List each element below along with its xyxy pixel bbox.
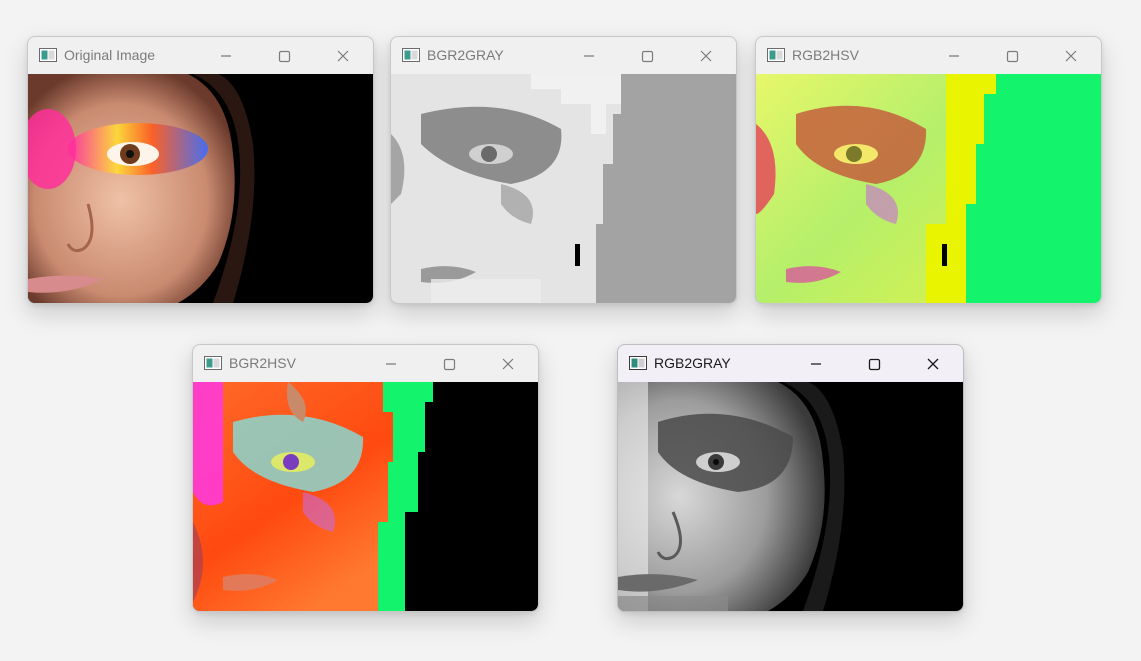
title-bar[interactable]: Original Image [28,37,373,74]
window-app-icon [39,48,57,62]
face-image-hsv-yellowgreen [756,74,1101,303]
title-bar[interactable]: BGR2GRAY [391,37,736,74]
close-icon [700,50,712,62]
maximize-icon [641,50,654,63]
close-icon [337,50,349,62]
face-image-color [28,74,373,303]
window-app-icon [204,356,222,370]
title-bar[interactable]: RGB2HSV [756,37,1101,74]
window-app-icon [402,48,420,62]
minimize-button[interactable] [215,45,237,67]
minimize-icon [386,363,396,365]
minimize-icon [584,55,594,57]
minimize-button[interactable] [578,45,600,67]
window-app-icon [767,48,785,62]
window-bgr2hsv[interactable]: BGR2HSV [192,344,539,612]
close-button[interactable] [1060,45,1082,67]
maximize-icon [868,358,881,371]
maximize-button[interactable] [438,353,460,375]
window-title: RGB2HSV [792,47,859,63]
maximize-button[interactable] [273,45,295,67]
title-bar[interactable]: BGR2HSV [193,345,538,382]
image-view-bgr2gray [391,74,736,303]
face-image-gray-artifacts [391,74,736,303]
face-image-hsv-orange [193,382,538,611]
maximize-button[interactable] [863,353,885,375]
image-view-rgb2gray [618,382,963,611]
maximize-icon [1006,50,1019,63]
image-view-rgb2hsv [756,74,1101,303]
face-image-grayscale [618,382,963,611]
minimize-button[interactable] [943,45,965,67]
maximize-button[interactable] [636,45,658,67]
window-bgr2gray[interactable]: BGR2GRAY [390,36,737,304]
close-button[interactable] [332,45,354,67]
window-original-image[interactable]: Original Image [27,36,374,304]
close-button[interactable] [922,353,944,375]
image-view-original [28,74,373,303]
close-icon [502,358,514,370]
title-bar[interactable]: RGB2GRAY [618,345,963,382]
close-icon [1065,50,1077,62]
minimize-icon [811,363,821,365]
minimize-button[interactable] [380,353,402,375]
window-title: RGB2GRAY [654,355,731,371]
minimize-icon [221,55,231,57]
maximize-icon [278,50,291,63]
window-title: Original Image [64,47,156,63]
minimize-button[interactable] [805,353,827,375]
close-button[interactable] [695,45,717,67]
minimize-icon [949,55,959,57]
maximize-icon [443,358,456,371]
window-rgb2gray[interactable]: RGB2GRAY [617,344,964,612]
window-rgb2hsv[interactable]: RGB2HSV [755,36,1102,304]
window-title: BGR2GRAY [427,47,504,63]
close-button[interactable] [497,353,519,375]
window-title: BGR2HSV [229,355,296,371]
maximize-button[interactable] [1001,45,1023,67]
window-app-icon [629,356,647,370]
image-view-bgr2hsv [193,382,538,611]
close-icon [927,358,939,370]
